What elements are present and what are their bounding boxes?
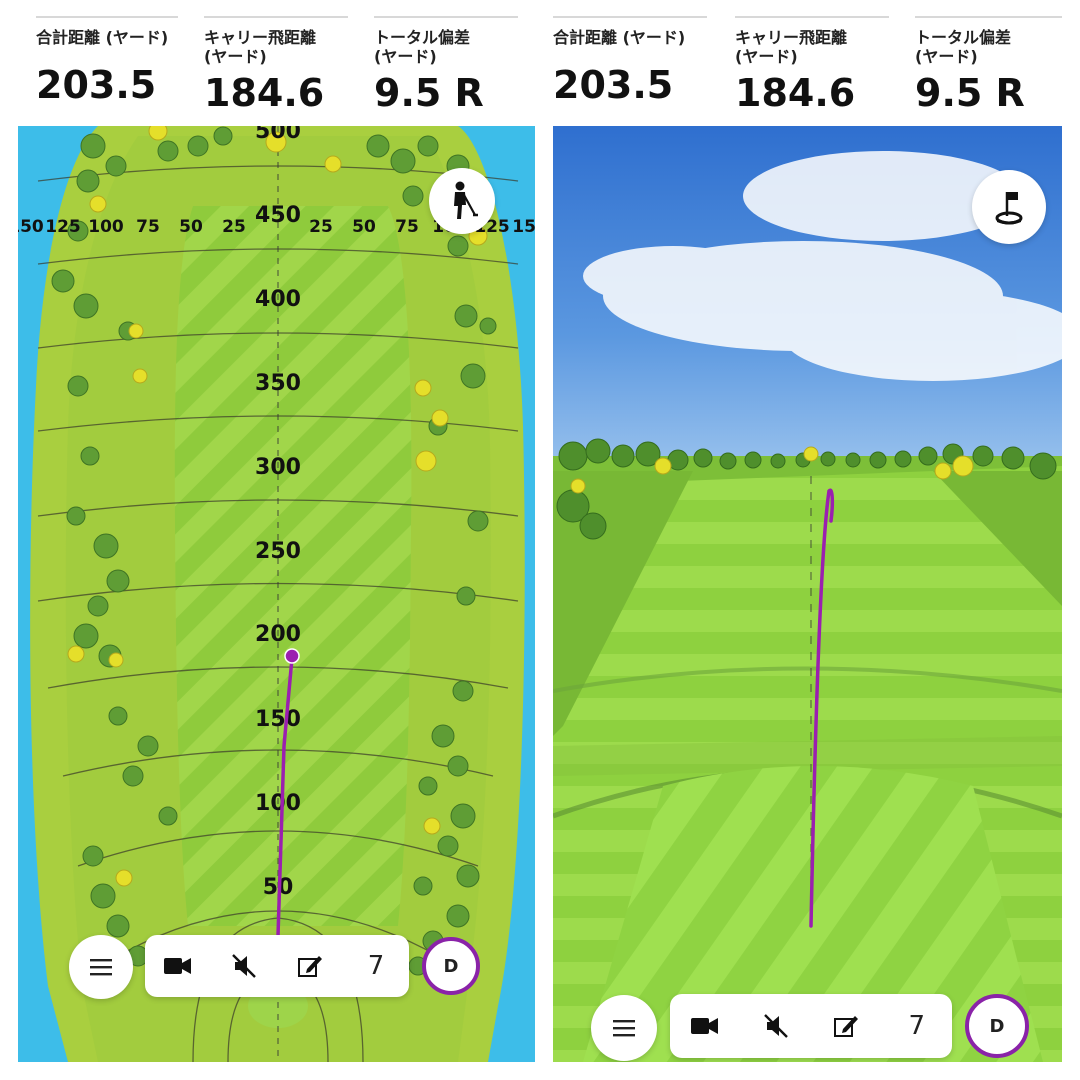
yard-label: 150 [255, 707, 301, 732]
total-deviation-stat: トータル偏差 (ヤード) 9.5 R [915, 16, 1062, 116]
golfer-icon [454, 181, 478, 219]
carry-distance-stat: キャリー飛距離 (ヤード) 184.6 [735, 16, 889, 116]
yard-label: 450 [255, 203, 301, 228]
yard-label: 250 [255, 539, 301, 564]
lateral-label: 150 [18, 217, 44, 237]
flag-on-green-icon [995, 192, 1023, 225]
total-deviation-value: 9.5 R [374, 71, 484, 115]
lateral-label: 25 [309, 217, 333, 237]
mute-button[interactable] [219, 941, 269, 991]
camera-button[interactable] [153, 941, 203, 991]
total-distance-value: 203.5 [36, 63, 157, 107]
carry-distance-label: キャリー飛距離 (ヤード) [735, 28, 848, 66]
shot-stats-header: 合計距離 (ヤード) 203.5 キャリー飛距離 (ヤード) 184.6 トータ… [553, 0, 1062, 126]
menu-icon [613, 1020, 635, 1037]
bottom-toolbar: 7 [145, 935, 409, 997]
lateral-label: 150 [512, 217, 535, 237]
lateral-label: 125 [45, 217, 81, 237]
yard-label: 400 [255, 287, 301, 312]
club-selector-button[interactable]: D [965, 994, 1029, 1058]
menu-icon [90, 959, 112, 976]
edit-button[interactable] [285, 941, 335, 991]
view-toggle-button[interactable] [972, 170, 1046, 244]
edit-icon [298, 956, 322, 977]
yard-label: 200 [255, 622, 301, 647]
lateral-label: 50 [179, 217, 203, 237]
edit-button[interactable] [821, 1001, 871, 1051]
bottom-toolbar: 7 [670, 994, 952, 1058]
view-toggle-button[interactable] [429, 168, 495, 234]
carry-distance-label: キャリー飛距離 (ヤード) [204, 28, 317, 66]
carry-distance-value: 184.6 [735, 71, 856, 115]
menu-button[interactable] [69, 935, 133, 999]
shot-count[interactable]: 7 [351, 941, 401, 991]
speaker-muted-icon [763, 1014, 788, 1038]
total-distance-stat: 合計距離 (ヤード) 203.5 [36, 16, 178, 108]
shot-stats-header: 合計距離 (ヤード) 203.5 キャリー飛距離 (ヤード) 184.6 トータ… [18, 0, 535, 126]
course-top-view[interactable]: 500 450 400 350 300 250 200 150 100 50 1… [18, 126, 535, 1062]
total-distance-value: 203.5 [553, 63, 674, 107]
top-view-panel: 合計距離 (ヤード) 203.5 キャリー飛距離 (ヤード) 184.6 トータ… [18, 0, 535, 1062]
yard-label: 350 [255, 371, 301, 396]
lateral-label: 25 [222, 217, 246, 237]
carry-distance-stat: キャリー飛距離 (ヤード) 184.6 [204, 16, 348, 116]
total-deviation-label: トータル偏差 (ヤード) [374, 28, 471, 66]
yard-label: 500 [255, 126, 301, 144]
total-distance-stat: 合計距離 (ヤード) 203.5 [553, 16, 707, 108]
course-3d-view[interactable] [553, 126, 1062, 1062]
lateral-label: 75 [395, 217, 419, 237]
lateral-label: 50 [352, 217, 376, 237]
lateral-label: 100 [88, 217, 124, 237]
shot-count[interactable]: 7 [892, 1001, 942, 1051]
trajectory-3d-panel: 合計距離 (ヤード) 203.5 キャリー飛距離 (ヤード) 184.6 トータ… [553, 0, 1062, 1062]
yard-label: 100 [255, 791, 301, 816]
mute-button[interactable] [751, 1001, 801, 1051]
yard-label: 300 [255, 455, 301, 480]
video-camera-icon [164, 958, 191, 974]
camera-button[interactable] [680, 1001, 730, 1051]
total-deviation-value: 9.5 R [915, 71, 1025, 115]
menu-button[interactable] [591, 995, 657, 1061]
club-selector-button[interactable]: D [422, 937, 480, 995]
ball-landing-point [284, 648, 300, 664]
edit-icon [834, 1016, 859, 1037]
total-deviation-label: トータル偏差 (ヤード) [915, 28, 1012, 66]
speaker-muted-icon [232, 954, 256, 978]
lateral-label: 75 [136, 217, 160, 237]
total-deviation-stat: トータル偏差 (ヤード) 9.5 R [374, 16, 518, 116]
carry-distance-value: 184.6 [204, 71, 325, 115]
video-camera-icon [691, 1018, 719, 1034]
